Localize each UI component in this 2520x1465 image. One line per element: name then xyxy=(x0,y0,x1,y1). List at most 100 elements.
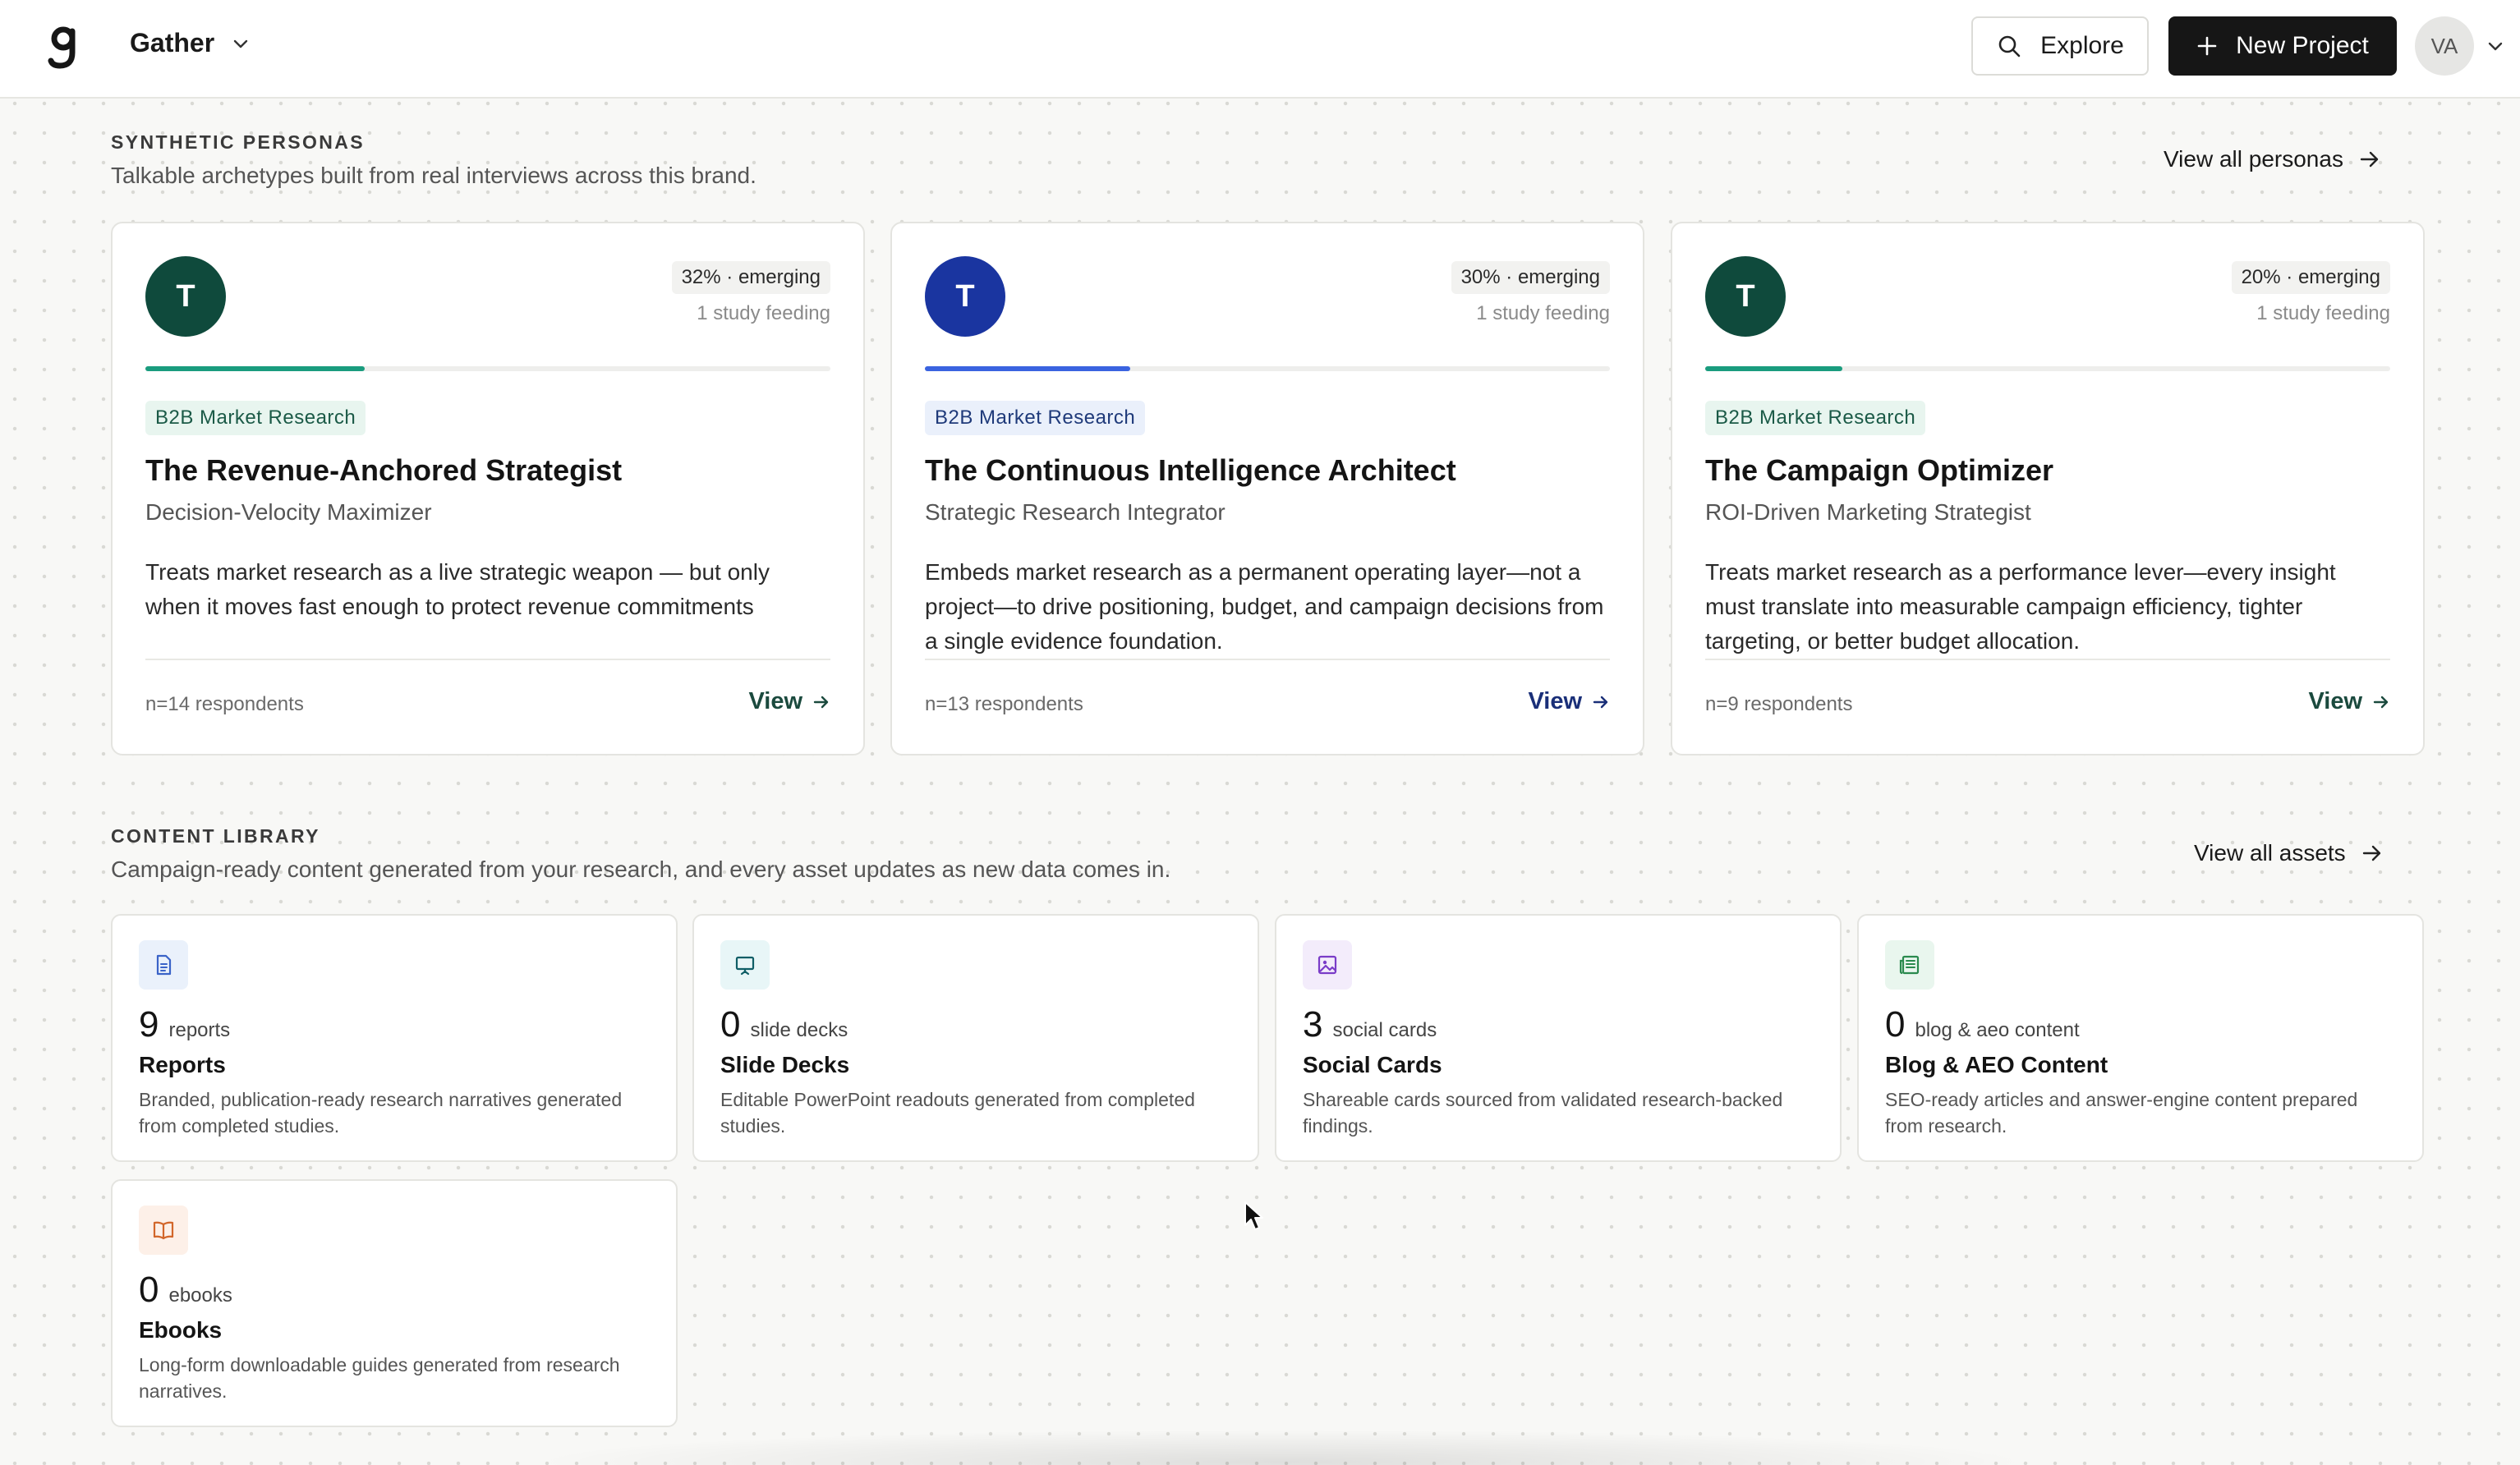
content-description: Long-form downloadable guides generated … xyxy=(139,1354,620,1402)
persona-description: Embeds market research as a permanent op… xyxy=(925,559,1604,654)
persona-divider xyxy=(1705,659,2390,660)
persona-card[interactable]: T 20% · emerging 1 study feeding B2B Mar… xyxy=(1671,222,2425,755)
content-card[interactable]: 3 social cards Social Cards Shareable ca… xyxy=(1275,914,1842,1162)
content-count: 3 social cards xyxy=(1303,1004,1437,1045)
content-count-number: 0 xyxy=(139,1270,159,1310)
content-description: SEO-ready articles and answer-engine con… xyxy=(1885,1089,2358,1137)
persona-study-count: 1 study feeding xyxy=(697,302,830,324)
content-count-unit: slide decks xyxy=(750,1019,848,1041)
arrow-right-icon xyxy=(813,696,829,708)
bottom-shadow xyxy=(526,1429,2037,1465)
persona-view-label: View xyxy=(1528,688,1582,714)
persona-divider xyxy=(925,659,1610,660)
image-icon xyxy=(1303,940,1352,990)
persona-avatar: T xyxy=(925,256,1005,337)
content-count-number: 0 xyxy=(1885,1004,1906,1045)
explore-button[interactable]: Explore xyxy=(1971,16,2149,76)
content-count-unit: ebooks xyxy=(168,1284,232,1307)
content-count-unit: social cards xyxy=(1332,1019,1437,1041)
workspace-switcher[interactable]: Gather xyxy=(130,28,251,58)
document-icon xyxy=(139,940,188,990)
personas-section-subtitle: Talkable archetypes built from real inte… xyxy=(111,163,756,188)
newspaper-icon xyxy=(1885,940,1934,990)
avatar: VA xyxy=(2415,16,2474,76)
persona-view-link[interactable]: View xyxy=(748,688,830,715)
persona-progress-track xyxy=(1705,366,2390,371)
persona-progress-track xyxy=(925,366,1610,371)
content-count-number: 9 xyxy=(139,1004,159,1045)
persona-divider xyxy=(145,659,830,660)
persona-completion-badge: 30% · emerging xyxy=(1451,261,1610,294)
content-section-subtitle: Campaign-ready content generated from yo… xyxy=(111,856,1171,882)
content-title: Blog & AEO Content xyxy=(1885,1052,2108,1077)
content-count-unit: blog & aeo content xyxy=(1915,1019,2080,1041)
gather-logo-icon[interactable] xyxy=(48,25,80,69)
mouse-cursor-icon xyxy=(1244,1201,1263,1230)
persona-progress-fill xyxy=(1705,366,1842,371)
content-title: Social Cards xyxy=(1303,1052,1442,1077)
persona-completion-badge: 32% · emerging xyxy=(671,261,830,294)
content-card[interactable]: 0 ebooks Ebooks Long-form downloadable g… xyxy=(111,1179,678,1427)
content-title: Slide Decks xyxy=(720,1052,850,1077)
persona-card[interactable]: T 32% · emerging 1 study feeding B2B Mar… xyxy=(111,222,865,755)
content-description: Editable PowerPoint readouts generated f… xyxy=(720,1089,1195,1137)
content-title: Ebooks xyxy=(139,1317,223,1343)
arrow-right-icon xyxy=(2360,151,2379,168)
persona-name: The Campaign Optimizer xyxy=(1705,453,2054,487)
view-all-assets-link[interactable]: View all assets xyxy=(2194,840,2384,866)
book-icon xyxy=(139,1206,188,1255)
persona-role: Strategic Research Integrator xyxy=(925,499,1226,525)
persona-role: Decision-Velocity Maximizer xyxy=(145,499,432,525)
view-all-personas-label: View all personas xyxy=(2164,146,2343,172)
content-count: 0 ebooks xyxy=(139,1270,232,1311)
arrow-right-icon xyxy=(2362,845,2380,861)
persona-respondents: n=14 respondents xyxy=(145,693,304,715)
arrow-right-icon xyxy=(1593,696,1608,708)
chevron-down-icon xyxy=(2488,42,2503,51)
content-count-number: 0 xyxy=(720,1004,741,1045)
content-title: Reports xyxy=(139,1052,226,1077)
persona-progress-track xyxy=(145,366,830,371)
persona-view-label: View xyxy=(2308,688,2362,714)
persona-category-tag: B2B Market Research xyxy=(1705,401,1926,435)
persona-avatar: T xyxy=(145,256,226,337)
chevron-down-icon xyxy=(233,39,248,48)
content-count: 9 reports xyxy=(139,1004,230,1045)
content-card[interactable]: 0 blog & aeo content Blog & AEO Content … xyxy=(1857,914,2424,1162)
content-count-number: 3 xyxy=(1303,1004,1323,1045)
top-bar: Gather Explore New Project VA xyxy=(0,0,2520,99)
persona-progress-fill xyxy=(145,366,365,371)
persona-view-label: View xyxy=(748,688,802,714)
view-all-assets-label: View all assets xyxy=(2194,840,2346,866)
view-all-personas-link[interactable]: View all personas xyxy=(2164,146,2381,172)
persona-view-link[interactable]: View xyxy=(2308,688,2390,715)
new-project-button[interactable]: New Project xyxy=(2168,16,2397,76)
content-count-unit: reports xyxy=(168,1019,231,1041)
persona-category-tag: B2B Market Research xyxy=(925,401,1146,435)
personas-section-title: SYNTHETIC PERSONAS xyxy=(111,131,366,153)
persona-card[interactable]: T 30% · emerging 1 study feeding B2B Mar… xyxy=(890,222,1644,755)
persona-category-tag: B2B Market Research xyxy=(145,401,366,435)
content-section-title: CONTENT LIBRARY xyxy=(111,825,320,847)
persona-role: ROI-Driven Marketing Strategist xyxy=(1705,499,2031,525)
explore-label: Explore xyxy=(2040,32,2124,59)
user-menu[interactable]: VA xyxy=(2415,16,2505,76)
arrow-right-icon xyxy=(2373,696,2389,708)
workspace-name: Gather xyxy=(130,28,215,57)
content-description: Shareable cards sourced from validated r… xyxy=(1303,1089,1783,1137)
persona-name: The Continuous Intelligence Architect xyxy=(925,453,1456,487)
persona-respondents: n=9 respondents xyxy=(1705,693,1853,715)
content-count: 0 blog & aeo content xyxy=(1885,1004,2080,1045)
persona-view-link[interactable]: View xyxy=(1528,688,1610,715)
persona-progress-fill xyxy=(925,366,1131,371)
content-count: 0 slide decks xyxy=(720,1004,848,1045)
persona-study-count: 1 study feeding xyxy=(1476,302,1610,324)
presentation-icon xyxy=(720,940,770,990)
persona-name: The Revenue-Anchored Strategist xyxy=(145,453,623,487)
content-card[interactable]: 0 slide decks Slide Decks Editable Power… xyxy=(692,914,1259,1162)
persona-study-count: 1 study feeding xyxy=(2256,302,2390,324)
content-description: Branded, publication-ready research narr… xyxy=(139,1089,623,1137)
content-card[interactable]: 9 reports Reports Branded, publication-r… xyxy=(111,914,678,1162)
new-project-label: New Project xyxy=(2236,32,2369,59)
persona-description: Treats market research as a live strateg… xyxy=(145,559,770,619)
